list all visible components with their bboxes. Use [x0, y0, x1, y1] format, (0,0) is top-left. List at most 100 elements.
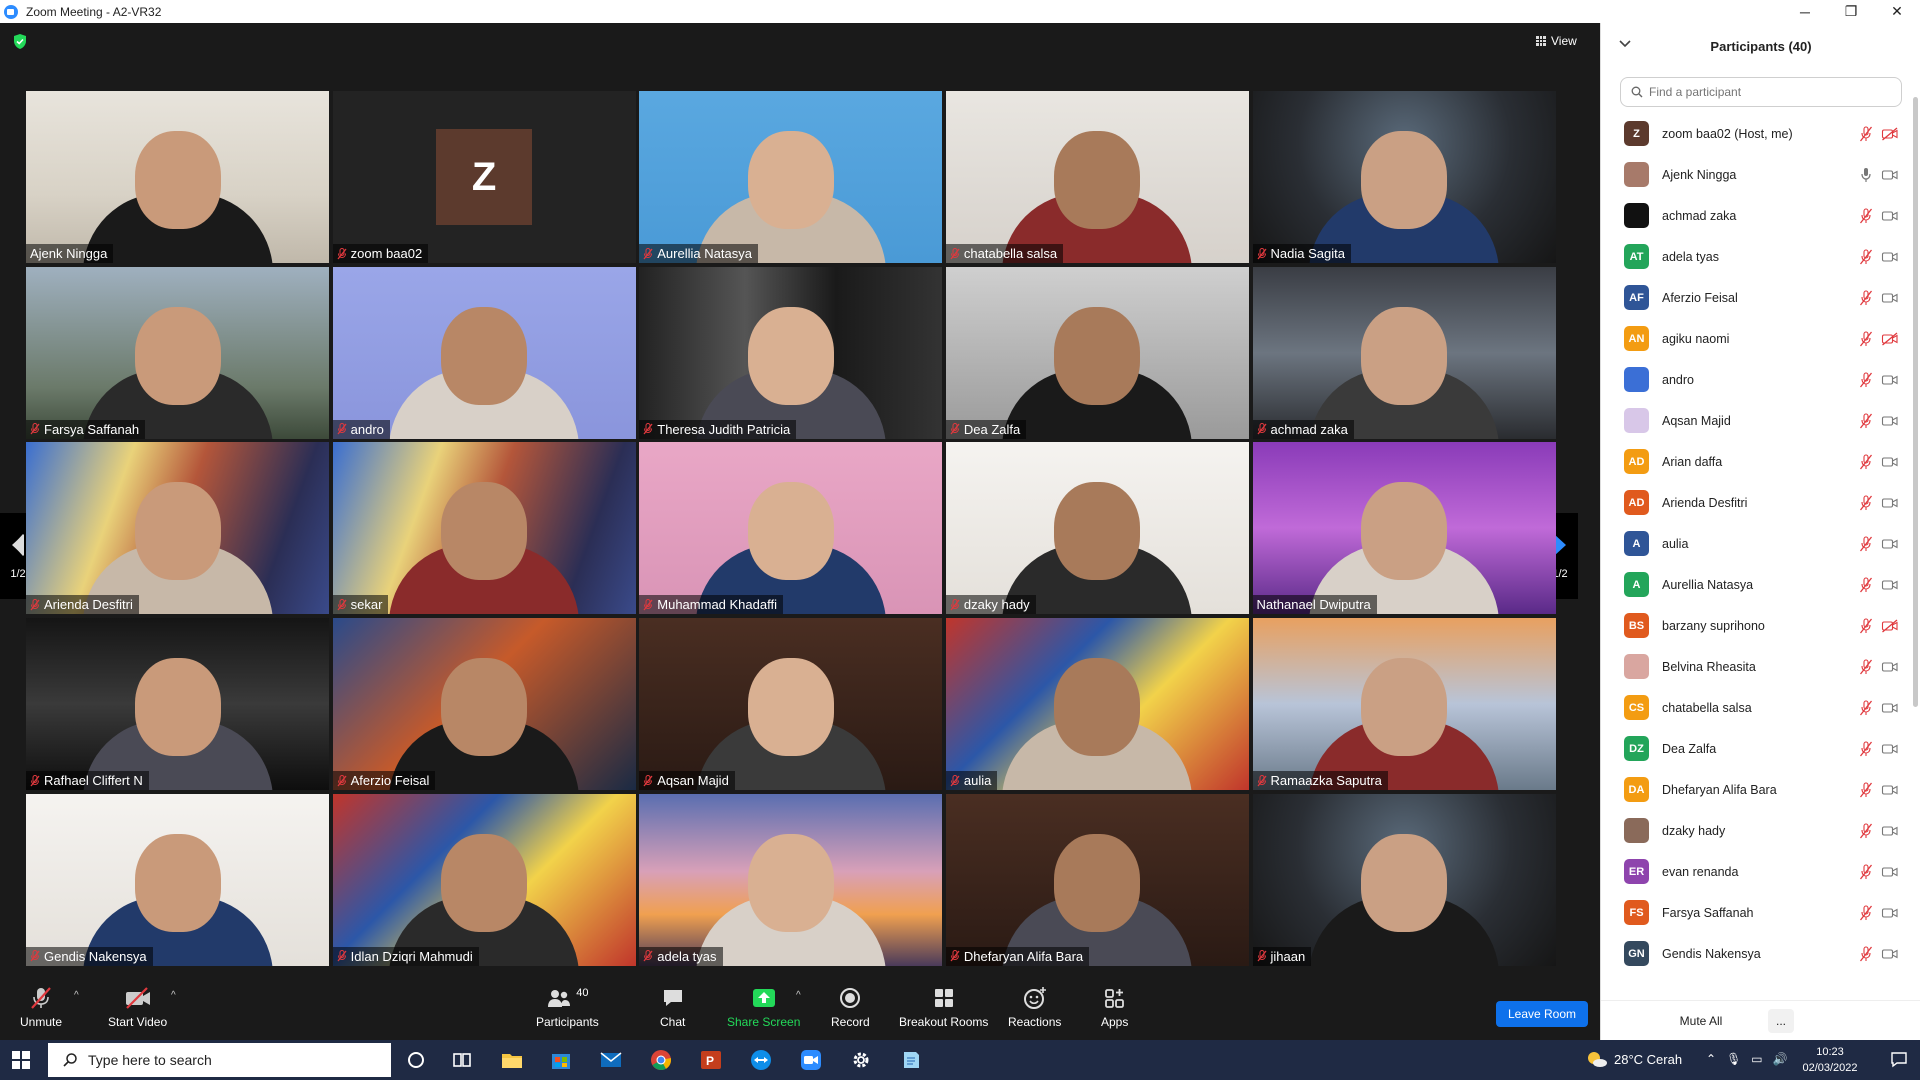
weather-widget[interactable]: 28°C Cerah	[1586, 1050, 1682, 1068]
scrollbar-thumb[interactable]	[1913, 97, 1918, 707]
unmute-button[interactable]: Unmute	[20, 984, 62, 1029]
teamviewer-icon[interactable]	[749, 1048, 773, 1072]
participant-row[interactable]: Aqsan Majid	[1601, 400, 1911, 441]
participant-row[interactable]: AD Arienda Desfitri	[1601, 482, 1911, 523]
video-on-icon[interactable]	[1881, 865, 1899, 879]
mic-muted-icon[interactable]	[1859, 248, 1873, 265]
video-on-icon[interactable]	[1881, 742, 1899, 756]
share-options-caret-icon[interactable]: ^	[796, 990, 801, 1001]
video-tile[interactable]: Dhefaryan Alifa Bara	[945, 793, 1249, 966]
notepad-icon[interactable]	[899, 1048, 923, 1072]
video-off-icon[interactable]	[1881, 618, 1899, 633]
mic-muted-icon[interactable]	[1859, 289, 1873, 306]
mic-on-icon[interactable]	[1859, 167, 1873, 183]
settings-gear-icon[interactable]	[849, 1048, 873, 1072]
participant-row[interactable]: AF Aferzio Feisal	[1601, 277, 1911, 318]
share-screen-button[interactable]: Share Screen	[727, 984, 800, 1029]
mic-muted-icon[interactable]	[1859, 781, 1873, 798]
more-options-button[interactable]: ...	[1768, 1009, 1794, 1033]
video-tile[interactable]: Farsya Saffanah	[26, 266, 329, 439]
video-on-icon[interactable]	[1881, 783, 1899, 797]
video-on-icon[interactable]	[1881, 414, 1899, 428]
maximize-button[interactable]: ❐	[1828, 0, 1874, 23]
video-on-icon[interactable]	[1881, 250, 1899, 264]
mic-muted-icon[interactable]	[1859, 535, 1873, 552]
notification-center-icon[interactable]	[1890, 1050, 1908, 1068]
video-on-icon[interactable]	[1881, 537, 1899, 551]
participants-button[interactable]: 40 Participants	[536, 984, 599, 1029]
video-on-icon[interactable]	[1881, 906, 1899, 920]
video-tile[interactable]: Muhammad Khadaffi	[639, 442, 943, 615]
mic-muted-icon[interactable]	[1859, 207, 1873, 224]
video-on-icon[interactable]	[1881, 824, 1899, 838]
video-on-icon[interactable]	[1881, 578, 1899, 592]
mic-muted-icon[interactable]	[1859, 330, 1873, 347]
video-tile[interactable]: Zzoom baa02	[332, 91, 636, 263]
participant-list-scrollbar[interactable]	[1913, 97, 1918, 1007]
tray-chevron-up-icon[interactable]: ⌃	[1706, 1052, 1716, 1066]
participant-row[interactable]: AD Arian daffa	[1601, 441, 1911, 482]
video-tile[interactable]: Gendis Nakensya	[26, 793, 329, 966]
chrome-icon[interactable]	[649, 1048, 673, 1072]
participant-row[interactable]: DA Dhefaryan Alifa Bara	[1601, 769, 1911, 810]
mic-muted-icon[interactable]	[1859, 576, 1873, 593]
participant-row[interactable]: BS barzany suprihono	[1601, 605, 1911, 646]
mic-muted-icon[interactable]	[1859, 494, 1873, 511]
mic-muted-icon[interactable]	[1859, 412, 1873, 429]
zoom-taskbar-icon[interactable]	[799, 1048, 823, 1072]
audio-options-caret-icon[interactable]: ^	[74, 990, 79, 1001]
mic-muted-icon[interactable]	[1859, 658, 1873, 675]
cortana-icon[interactable]	[404, 1048, 428, 1072]
tray-volume-icon[interactable]: 🔊	[1773, 1052, 1788, 1066]
video-tile[interactable]: aulia	[945, 618, 1249, 791]
task-view-icon[interactable]	[450, 1048, 474, 1072]
video-tile[interactable]: Ajenk Ningga	[26, 91, 329, 263]
participant-search[interactable]	[1620, 77, 1902, 107]
participant-search-input[interactable]	[1649, 85, 1879, 99]
participant-row[interactable]: Aaulia	[1601, 523, 1911, 564]
encryption-shield-icon[interactable]	[12, 33, 28, 50]
view-button[interactable]: View	[1536, 34, 1577, 48]
video-off-icon[interactable]	[1881, 331, 1899, 346]
participant-row[interactable]: Zzoom baa02 (Host, me)	[1601, 113, 1911, 154]
mic-muted-icon[interactable]	[1859, 453, 1873, 470]
powerpoint-icon[interactable]: P	[699, 1048, 723, 1072]
video-on-icon[interactable]	[1881, 168, 1899, 182]
reactions-button[interactable]: Reactions	[1008, 984, 1061, 1029]
mic-muted-icon[interactable]	[1859, 945, 1873, 962]
mic-muted-icon[interactable]	[1859, 125, 1873, 142]
video-tile[interactable]: achmad zaka	[1252, 266, 1556, 439]
participant-row[interactable]: A Aurellia Natasya	[1601, 564, 1911, 605]
video-tile[interactable]: Nadia Sagita	[1252, 91, 1556, 263]
chat-button[interactable]: Chat	[660, 984, 685, 1029]
video-tile[interactable]: Ramaazka Saputra	[1252, 618, 1556, 791]
file-explorer-icon[interactable]	[500, 1048, 524, 1072]
mic-muted-icon[interactable]	[1859, 822, 1873, 839]
video-on-icon[interactable]	[1881, 947, 1899, 961]
mic-muted-icon[interactable]	[1859, 699, 1873, 716]
taskbar-clock[interactable]: 10:23 02/03/2022	[1792, 1044, 1868, 1076]
video-tile[interactable]: sekar	[332, 442, 636, 615]
video-tile[interactable]: Aurellia Natasya	[639, 91, 943, 263]
participant-row[interactable]: achmad zaka	[1601, 195, 1911, 236]
video-off-icon[interactable]	[1881, 126, 1899, 141]
minimize-button[interactable]: ─	[1782, 0, 1828, 23]
participant-row[interactable]: AT adela tyas	[1601, 236, 1911, 277]
microsoft-store-icon[interactable]	[549, 1048, 573, 1072]
video-on-icon[interactable]	[1881, 660, 1899, 674]
leave-room-button[interactable]: Leave Room	[1496, 1001, 1588, 1027]
video-tile[interactable]: Rafhael Cliffert N	[26, 618, 329, 791]
video-on-icon[interactable]	[1881, 496, 1899, 510]
taskbar-search[interactable]: Type here to search	[48, 1043, 391, 1077]
video-tile[interactable]: jihaan	[1252, 793, 1556, 966]
mic-muted-icon[interactable]	[1859, 371, 1873, 388]
video-on-icon[interactable]	[1881, 455, 1899, 469]
participant-row[interactable]: DZ Dea Zalfa	[1601, 728, 1911, 769]
video-tile[interactable]: chatabella salsa	[945, 91, 1249, 263]
participant-row[interactable]: Belvina Rheasita	[1601, 646, 1911, 687]
breakout-rooms-button[interactable]: Breakout Rooms	[899, 984, 988, 1029]
participant-row[interactable]: AN agiku naomi	[1601, 318, 1911, 359]
participant-row[interactable]: ER evan renanda	[1601, 851, 1911, 892]
video-tile[interactable]: Theresa Judith Patricia	[639, 266, 943, 439]
mic-muted-icon[interactable]	[1859, 617, 1873, 634]
